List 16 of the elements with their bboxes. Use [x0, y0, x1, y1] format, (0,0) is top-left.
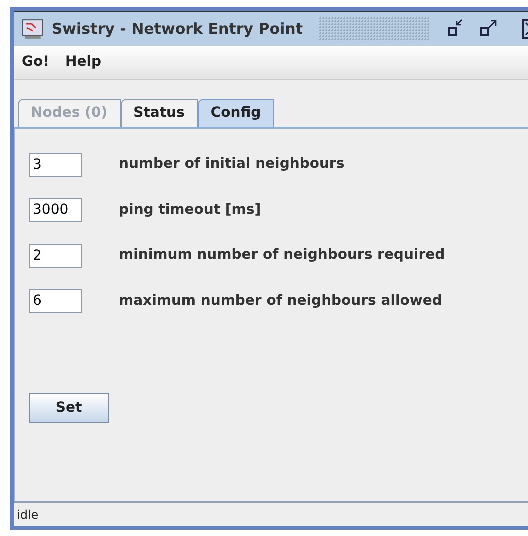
setting-label: minimum number of neighbours required	[119, 246, 446, 266]
number-field[interactable]: 3000	[29, 198, 82, 222]
setting-label: ping timeout [ms]	[119, 200, 262, 220]
tab[interactable]: Status	[120, 99, 198, 127]
menu-item[interactable]: Help	[66, 52, 102, 73]
setting-label: maximum number of neighbours allowed	[119, 292, 442, 311]
number-field[interactable]: 6	[29, 289, 82, 314]
app-icon	[22, 18, 44, 40]
number-field[interactable]: 2	[29, 244, 82, 268]
status-bar: idle	[14, 501, 528, 526]
menu-item[interactable]: Go!	[22, 52, 50, 73]
window-title: Swistry - Network Entry Point	[52, 18, 304, 40]
tab[interactable]: Config	[198, 99, 274, 127]
number-field[interactable]: 3	[29, 152, 82, 177]
set-button[interactable]: Set	[29, 393, 109, 423]
setting-label: number of initial neighbours	[119, 155, 345, 174]
